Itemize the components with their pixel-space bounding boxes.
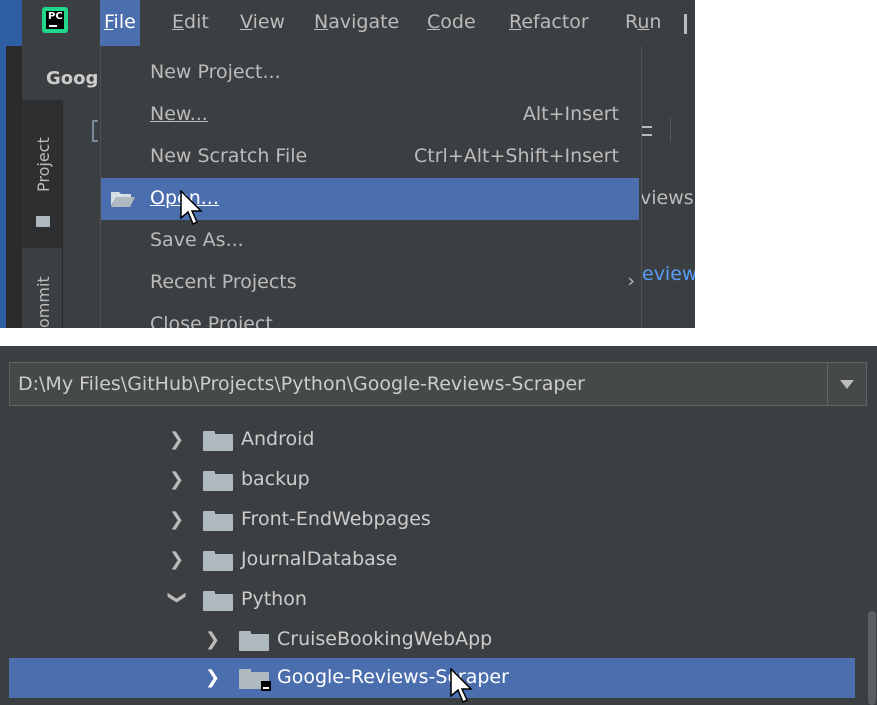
menu-run[interactable]: Run — [621, 0, 665, 46]
chevron-right-icon[interactable]: ❯ — [169, 550, 189, 570]
folder-icon — [239, 669, 271, 691]
toolbar-collapse-icon[interactable] — [642, 126, 652, 128]
menu-navigate[interactable]: Navigate — [310, 0, 403, 46]
chevron-down-icon[interactable]: ❯ — [167, 590, 188, 610]
folder-icon — [203, 511, 233, 531]
tree-item-python[interactable]: ❯ Python — [9, 580, 855, 620]
menu-item-new-scratch-file[interactable]: New Scratch File Ctrl+Alt+Shift+Insert — [101, 136, 639, 178]
menu-item-recent-projects[interactable]: Recent Projects › — [101, 262, 639, 304]
chevron-right-icon[interactable]: ❯ — [169, 510, 189, 530]
commit-tool-label[interactable]: ommit — [34, 276, 53, 328]
tree-item-front-endwebpages[interactable]: ❯ Front-EndWebpages — [9, 500, 855, 540]
menu-bar: PC File Edit View Navigate Code Refactor… — [0, 0, 695, 46]
menu-item-save-as[interactable]: Save As... — [101, 220, 639, 262]
file-menu-dropdown: New Project... New... Alt+Insert New Scr… — [100, 46, 642, 328]
dropdown-arrow-icon[interactable] — [827, 363, 866, 405]
project-title: Goog — [46, 68, 99, 89]
toolbar-collapse-icon-line — [642, 134, 652, 136]
folder-icon — [203, 591, 233, 611]
screenshot-gap — [695, 0, 877, 346]
project-tool-button[interactable]: Project — [22, 100, 62, 248]
menu-item-new-project[interactable]: New Project... — [101, 52, 639, 94]
mouse-cursor-icon — [450, 668, 473, 704]
menu-item-new[interactable]: New... Alt+Insert — [101, 94, 639, 136]
folder-icon — [203, 551, 233, 571]
menu-item-close-project[interactable]: Close Project — [101, 304, 639, 328]
pycharm-project-badge-icon — [261, 681, 271, 691]
toolbar-separator — [670, 118, 671, 142]
menu-code[interactable]: Code — [423, 0, 480, 46]
screenshot-gap-horizontal — [0, 328, 877, 346]
pycharm-logo-icon: PC — [42, 7, 68, 33]
tree-item-backup[interactable]: ❯ backup — [9, 460, 855, 500]
chevron-right-icon[interactable]: ❯ — [169, 470, 189, 490]
path-input[interactable] — [10, 363, 828, 405]
tree-scrollbar[interactable] — [868, 611, 876, 705]
menu-refactor[interactable]: Refactor — [505, 0, 593, 46]
menu-view[interactable]: View — [236, 0, 289, 46]
folder-open-icon — [111, 192, 135, 207]
chevron-right-icon[interactable]: ❯ — [205, 630, 225, 650]
menu-file-rest: ile — [113, 11, 136, 33]
folder-icon — [36, 216, 50, 227]
background-link-fragment: eview — [642, 263, 695, 285]
open-file-dialog: ❯ Android ❯ backup ❯ Front-EndWebpages ❯… — [0, 346, 877, 705]
chevron-right-icon[interactable]: ❯ — [169, 430, 189, 450]
tree-item-google-reviews-scraper[interactable]: ❯ Google-Reviews-Scraper — [9, 658, 855, 698]
path-combobox[interactable] — [9, 362, 867, 406]
folder-icon — [239, 631, 269, 651]
folder-icon — [203, 431, 233, 451]
submenu-chevron-icon: › — [627, 270, 635, 292]
background-file-fragment: views. — [640, 187, 695, 209]
chevron-right-icon[interactable]: ❯ — [205, 668, 225, 688]
toolbar-icon-fragment — [92, 120, 98, 142]
tree-item-cruisebookingwebapp[interactable]: ❯ CruiseBookingWebApp — [9, 620, 855, 660]
tree-item-journaldatabase[interactable]: ❯ JournalDatabase — [9, 540, 855, 580]
tree-item-android[interactable]: ❯ Android — [9, 420, 855, 460]
mouse-cursor-icon — [180, 190, 203, 226]
menu-edit[interactable]: Edit — [168, 0, 213, 46]
ide-window: PC File Edit View Navigate Code Refactor… — [0, 0, 695, 328]
project-tool-label: Project — [34, 137, 53, 192]
menu-file[interactable]: File — [100, 0, 140, 46]
folder-icon — [203, 471, 233, 491]
window-edge — [6, 46, 22, 328]
menu-overflow-edge — [684, 14, 687, 34]
